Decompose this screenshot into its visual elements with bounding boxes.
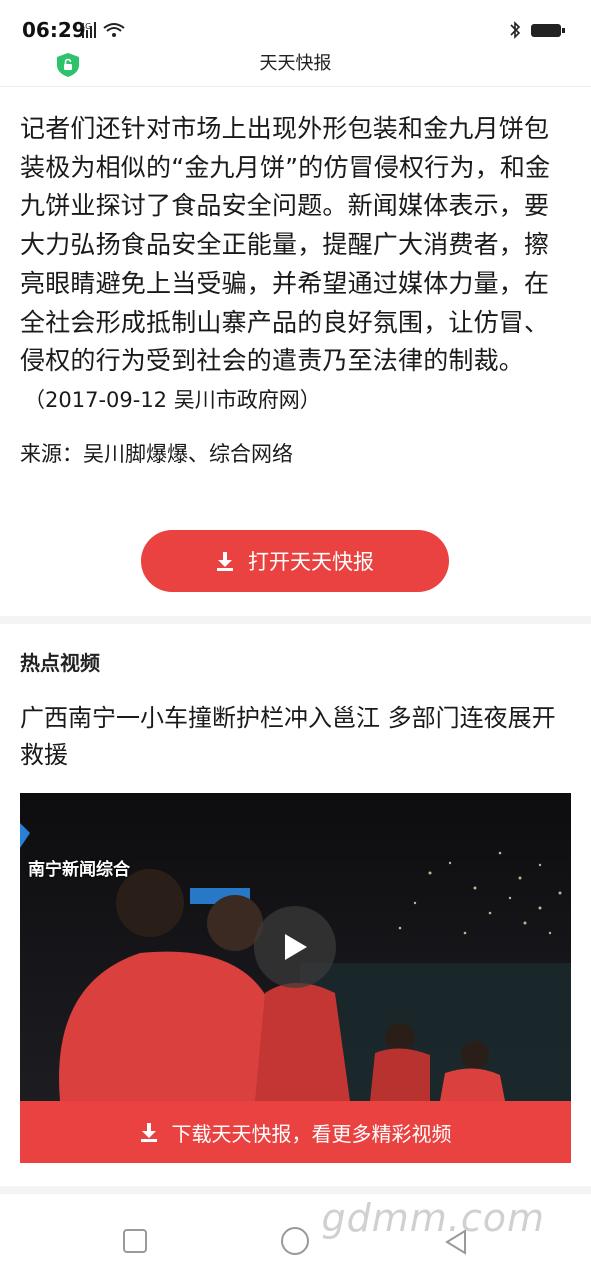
play-button[interactable] (254, 906, 336, 988)
video-thumbnail[interactable]: 南宁新闻综合 (20, 793, 571, 1101)
section-divider (0, 1186, 591, 1194)
status-right-icons (507, 20, 567, 40)
recents-button-icon[interactable] (122, 1228, 148, 1254)
page-title: 天天快报 (259, 53, 332, 74)
video-title-link[interactable]: 广西南宁一小车撞断护栏冲入邕江 多部门连夜展开救援 (20, 700, 570, 774)
open-app-button[interactable]: 打开天天快报 (141, 530, 449, 592)
article-dateline: （2017-09-12 吴川市政府网） (24, 387, 321, 412)
section-title-hot-videos: 热点视频 (20, 651, 100, 675)
app-title-bar: 天天快报 (0, 44, 591, 87)
download-icon (217, 552, 233, 571)
network-type: 4G (80, 22, 91, 31)
open-app-label: 打开天天快报 (248, 550, 374, 574)
status-bar: 06:29 4G (0, 0, 591, 44)
video-channel-label: 南宁新闻综合 (28, 860, 130, 880)
article-source: 来源：吴川脚爆爆、综合网络 (20, 441, 293, 466)
watermark: gdmm.com (321, 1196, 545, 1240)
play-icon (285, 934, 307, 960)
download-app-bar[interactable]: 下载天天快报，看更多精彩视频 (20, 1101, 571, 1163)
bluetooth-battery-icon (510, 21, 565, 39)
article-body: 记者们还针对市场上出现外形包装和金九月饼包装极为相似的“金九月饼”的仿冒侵权行为… (20, 114, 551, 376)
status-time: 06:29 (22, 18, 86, 42)
section-divider (0, 616, 591, 624)
download-app-label: 下载天天快报，看更多精彩视频 (171, 1121, 452, 1146)
home-button-icon[interactable] (280, 1226, 310, 1256)
signal-icons: 4G (80, 20, 130, 40)
article-content: 记者们还针对市场上出现外形包装和金九月饼包装极为相似的“金九月饼”的仿冒侵权行为… (20, 110, 570, 469)
download-icon (140, 1123, 157, 1142)
